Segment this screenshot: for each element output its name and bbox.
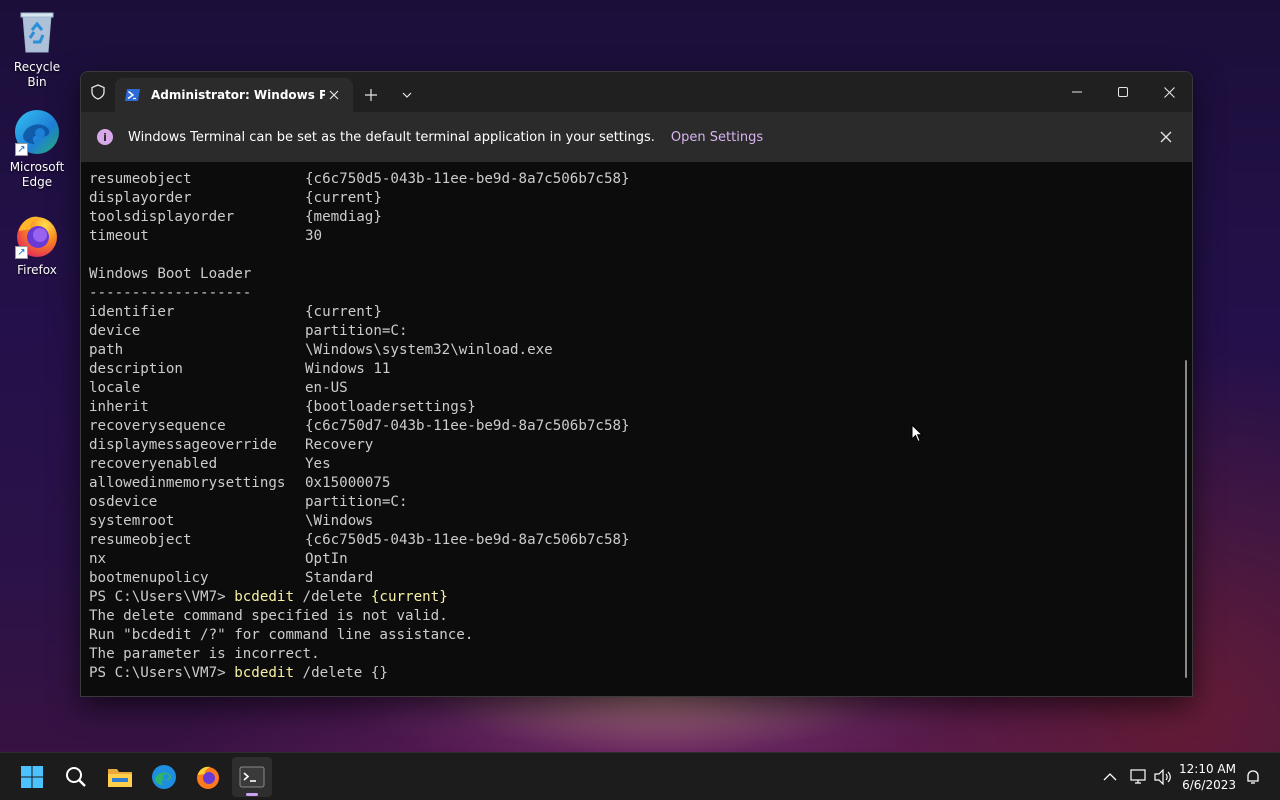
- shortcut-arrow-icon: ↗: [15, 143, 28, 156]
- desktop-icon-microsoft-edge[interactable]: ↗ Microsoft Edge: [4, 108, 70, 190]
- tab-powershell[interactable]: Administrator: Windows PowerShell: [115, 78, 353, 112]
- clock-time: 12:10 AM: [1179, 762, 1236, 776]
- admin-shield-icon: [81, 72, 115, 112]
- desktop-icon-label: Firefox: [17, 263, 57, 277]
- desktop-icon-recycle-bin[interactable]: Recycle Bin: [4, 8, 70, 90]
- info-icon: i: [97, 129, 113, 145]
- error-line: The delete command specified is not vali…: [89, 608, 448, 624]
- shortcut-arrow-icon: ↗: [15, 246, 28, 259]
- chevron-down-icon: [402, 92, 412, 98]
- taskbar: 12:10 AM 6/6/2023: [0, 752, 1280, 800]
- console-line: description Windows 11: [89, 361, 391, 377]
- terminal-window[interactable]: Administrator: Windows PowerShell i Wind…: [80, 71, 1193, 697]
- console-output[interactable]: resumeobject {c6c750d5-043b-11ee-be9d-8a7…: [81, 162, 1192, 696]
- console-line: osdevice partition=C:: [89, 494, 408, 510]
- console-line: identifier {current}: [89, 304, 382, 320]
- active-indicator: [246, 793, 258, 796]
- command-line[interactable]: PS C:\Users\VM7> bcdedit /delete {}: [89, 664, 1192, 683]
- folder-icon: [108, 769, 132, 787]
- command-line: PS C:\Users\VM7> bcdedit /delete {curren…: [89, 589, 448, 605]
- network-button[interactable]: [1128, 753, 1150, 800]
- close-icon: [329, 90, 339, 100]
- close-icon: [1163, 86, 1175, 98]
- clock[interactable]: 12:10 AM 6/6/2023: [1179, 761, 1236, 793]
- minimize-button[interactable]: [1054, 72, 1100, 112]
- volume-button[interactable]: [1152, 753, 1174, 800]
- notification-icon: [1247, 770, 1259, 784]
- chevron-up-icon: [1103, 773, 1117, 781]
- firefox-icon: ↗: [13, 211, 61, 259]
- console-line: displayorder {current}: [89, 190, 382, 206]
- edge-taskbar-button[interactable]: [144, 757, 184, 797]
- tab-close-button[interactable]: [325, 86, 343, 104]
- default-terminal-infobar: i Windows Terminal can be set as the def…: [81, 112, 1192, 162]
- terminal-icon: [239, 766, 265, 788]
- infobar-message: Windows Terminal can be set as the defau…: [128, 129, 655, 145]
- notifications-button[interactable]: [1242, 753, 1264, 800]
- desktop-icon-label: Recycle Bin: [13, 60, 61, 89]
- console-line: recoverysequence {c6c750d7-043b-11ee-be9d…: [89, 418, 630, 434]
- console-scrollbar[interactable]: [1185, 360, 1187, 678]
- terminal-taskbar-button[interactable]: [232, 757, 272, 797]
- plus-icon: [365, 89, 377, 101]
- console-line: resumeobject {c6c750d5-043b-11ee-be9d-8a7…: [89, 532, 630, 548]
- file-explorer-button[interactable]: [100, 757, 140, 797]
- tab-title: Administrator: Windows PowerShell: [151, 88, 325, 102]
- console-line: timeout 30: [89, 228, 323, 244]
- console-line: inherit {bootloadersettings}: [89, 399, 476, 415]
- console-line: resumeobject {c6c750d5-043b-11ee-be9d-8a7…: [89, 171, 630, 187]
- console-line: path \Windows\system32\winload.exe: [89, 342, 553, 358]
- close-icon: [1160, 131, 1172, 143]
- windows-logo-icon: [21, 766, 43, 788]
- search-icon: [66, 767, 86, 787]
- edge-icon: [152, 765, 176, 789]
- desktop-icon-firefox[interactable]: ↗ Firefox: [4, 211, 70, 278]
- start-button[interactable]: [12, 757, 52, 797]
- network-icon: [1130, 769, 1146, 784]
- console-line: locale en-US: [89, 380, 348, 396]
- error-line: Run "bcdedit /?" for command line assist…: [89, 627, 474, 643]
- section-heading: Windows Boot Loader: [89, 266, 252, 282]
- close-window-button[interactable]: [1146, 72, 1192, 112]
- search-button[interactable]: [56, 757, 96, 797]
- console-line: nx OptIn: [89, 551, 348, 567]
- clock-date: 6/6/2023: [1182, 778, 1236, 792]
- edge-icon: ↗: [13, 108, 61, 156]
- tab-dropdown-button[interactable]: [389, 78, 425, 112]
- console-line: device partition=C:: [89, 323, 408, 339]
- desktop-icon-label: Microsoft Edge: [9, 160, 65, 189]
- title-bar[interactable]: Administrator: Windows PowerShell: [81, 72, 1192, 112]
- error-line: The parameter is incorrect.: [89, 646, 320, 662]
- minimize-icon: [1072, 91, 1082, 93]
- open-settings-link[interactable]: Open Settings: [671, 130, 763, 145]
- section-underline: -------------------: [89, 285, 252, 301]
- recycle-bin-icon: [13, 8, 61, 56]
- console-line: systemroot \Windows: [89, 513, 374, 529]
- maximize-button[interactable]: [1100, 72, 1146, 112]
- console-line: bootmenupolicy Standard: [89, 570, 374, 586]
- mouse-cursor-icon: [911, 423, 924, 447]
- powershell-icon: [125, 88, 141, 102]
- maximize-icon: [1118, 87, 1128, 97]
- speaker-icon: [1154, 769, 1171, 785]
- show-hidden-icons-button[interactable]: [1098, 753, 1122, 800]
- console-line: toolsdisplayorder {memdiag}: [89, 209, 382, 225]
- console-line: recoveryenabled Yes: [89, 456, 331, 472]
- console-line: allowedinmemorysettings 0x15000075: [89, 475, 391, 491]
- infobar-close-button[interactable]: [1156, 127, 1176, 147]
- new-tab-button[interactable]: [353, 78, 389, 112]
- firefox-icon: [197, 766, 219, 789]
- firefox-taskbar-button[interactable]: [188, 757, 228, 797]
- console-line: displaymessageoverride Recovery: [89, 437, 374, 453]
